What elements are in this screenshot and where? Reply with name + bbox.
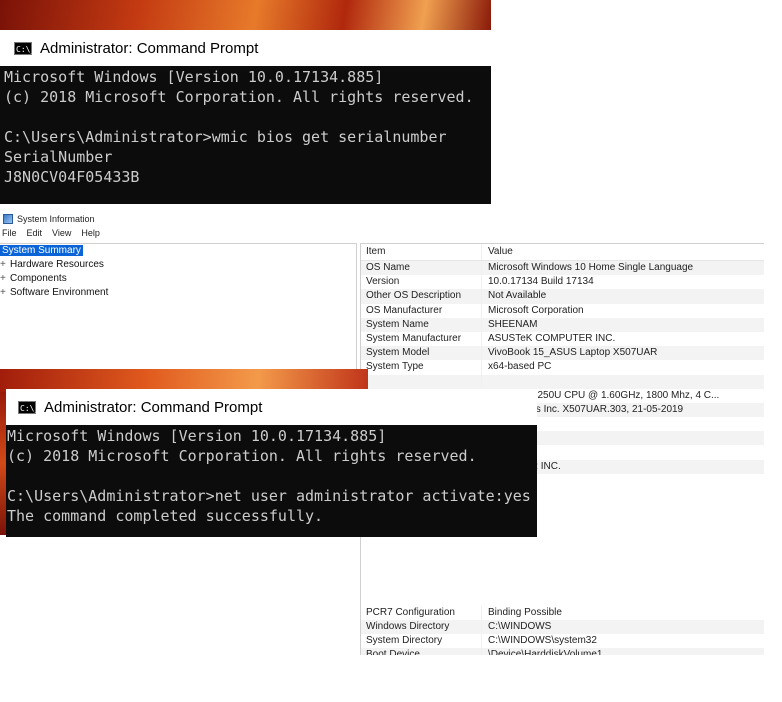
row-item: System Type: [366, 361, 424, 373]
row-item: Windows Directory: [366, 621, 450, 632]
row-item: Boot Device: [366, 649, 420, 655]
cmd-console[interactable]: Microsoft Windows [Version 10.0.17134.88…: [6, 425, 537, 537]
menu-file[interactable]: File: [2, 228, 17, 242]
row-value: C:\WINDOWS: [481, 620, 764, 635]
row-item: System Directory: [366, 635, 443, 647]
table-row[interactable]: System Model VivoBook 15_ASUS Laptop X507…: [361, 346, 764, 361]
cmd-icon: C:\_: [14, 41, 35, 55]
row-item: PCR7 Configuration: [366, 606, 455, 618]
column-header-value[interactable]: Value: [481, 244, 764, 260]
tree-item-label: Components: [10, 273, 67, 284]
row-value: VivoBook 15_ASUS Laptop X507UAR: [481, 346, 764, 361]
console-line: (c) 2018 Microsoft Corporation. All righ…: [7, 447, 477, 465]
tree-item-hardware-resources[interactable]: + Hardware Resources: [0, 258, 356, 272]
row-value: SHEENAM: [481, 317, 764, 332]
tree-item-label: System Summary: [0, 245, 83, 256]
menu-bar: File Edit View Help: [0, 228, 100, 242]
row-item: Version: [366, 276, 400, 288]
console-line: SerialNumber: [4, 148, 113, 166]
desktop-wallpaper: [0, 0, 491, 30]
expand-icon[interactable]: +: [0, 286, 10, 300]
row-item: OS Name: [366, 262, 410, 273]
sysinfo-titlebar[interactable]: System Information: [0, 211, 782, 227]
row-value: Microsoft Corporation: [481, 303, 764, 318]
row-value: Microsoft Windows 10 Home Single Languag…: [481, 261, 764, 276]
column-header-item[interactable]: Item: [361, 244, 481, 260]
menu-edit[interactable]: Edit: [27, 228, 43, 242]
table-row[interactable]: Version 10.0.17134 Build 17134: [361, 275, 764, 290]
row-item: System Model: [366, 347, 430, 359]
row-value: 10.0.17134 Build 17134: [481, 275, 764, 290]
tree-item-software-environment[interactable]: + Software Environment: [0, 286, 356, 300]
tree-item-system-summary[interactable]: System Summary: [0, 244, 356, 258]
expand-icon[interactable]: +: [0, 258, 10, 272]
expand-icon[interactable]: +: [0, 272, 10, 286]
window-title: Administrator: Command Prompt: [44, 398, 263, 416]
window-title: Administrator: Command Prompt: [40, 39, 259, 57]
cmd-console[interactable]: Microsoft Windows [Version 10.0.17134.88…: [0, 66, 491, 204]
row-value: ASUSTeK COMPUTER INC.: [481, 331, 764, 347]
row-value: Binding Possible: [481, 605, 764, 620]
table-row[interactable]: Other OS Description Not Available: [361, 289, 764, 304]
tree-item-components[interactable]: + Components: [0, 272, 356, 286]
row-value: [481, 374, 764, 389]
cmd-icon: C:\_: [18, 400, 39, 414]
tree-item-label: Hardware Resources: [10, 259, 104, 270]
console-line: Microsoft Windows [Version 10.0.17134.88…: [7, 427, 387, 445]
console-line: C:\Users\Administrator>net user administ…: [7, 487, 531, 505]
row-item: System Manufacturer: [366, 332, 462, 344]
list-rows-bottom: PCR7 Configuration Binding Possible Window…: [361, 605, 764, 655]
system-information-icon: [3, 214, 13, 224]
table-row[interactable]: System Directory C:\WINDOWS\system32: [361, 634, 764, 649]
table-row[interactable]: System Manufacturer ASUSTeK COMPUTER INC.: [361, 331, 764, 347]
row-value: x64-based PC: [481, 360, 764, 375]
table-row[interactable]: System Name SHEENAM: [361, 317, 764, 332]
console-line: The command completed successfully.: [7, 507, 324, 525]
row-item: [361, 375, 481, 389]
category-tree: System Summary + Hardware Resources + Comp…: [0, 243, 357, 369]
table-row[interactable]: Boot Device \Device\HarddiskVolume1: [361, 648, 764, 655]
menu-help[interactable]: Help: [81, 228, 100, 242]
table-row[interactable]: [361, 374, 764, 389]
tree-item-label: Software Environment: [10, 287, 109, 298]
cmd-window-titlebar[interactable]: C:\_ Administrator: Command Prompt: [0, 30, 491, 66]
table-row[interactable]: PCR7 Configuration Binding Possible: [361, 605, 764, 620]
console-line: (c) 2018 Microsoft Corporation. All righ…: [4, 88, 474, 106]
row-item: Other OS Description: [366, 290, 462, 302]
row-value: \Device\HarddiskVolume1: [481, 648, 764, 655]
row-item: OS Manufacturer: [366, 304, 443, 316]
console-line: Microsoft Windows [Version 10.0.17134.88…: [4, 68, 384, 86]
row-value: C:\WINDOWS\system32: [481, 634, 764, 649]
cmd-window-titlebar[interactable]: C:\_ Administrator: Command Prompt: [6, 389, 537, 425]
table-row[interactable]: OS Name Microsoft Windows 10 Home Single …: [361, 261, 764, 276]
table-row[interactable]: System Type x64-based PC: [361, 360, 764, 375]
row-item: System Name: [366, 318, 429, 330]
console-line: J8N0CV04F05433B: [4, 168, 140, 186]
console-line: C:\Users\Administrator>wmic bios get ser…: [4, 128, 447, 146]
menu-view[interactable]: View: [52, 228, 71, 242]
row-value: Not Available: [481, 289, 764, 304]
table-row[interactable]: OS Manufacturer Microsoft Corporation: [361, 303, 764, 318]
list-header: Item Value: [361, 244, 764, 261]
table-row[interactable]: Windows Directory C:\WINDOWS: [361, 620, 764, 635]
window-title: System Information: [17, 214, 95, 224]
